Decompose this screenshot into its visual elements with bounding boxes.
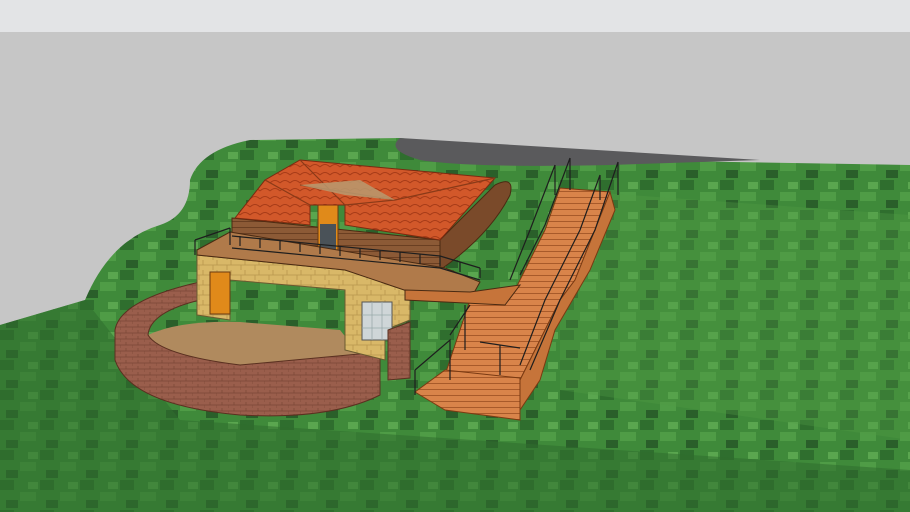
model-viewport[interactable]	[0, 0, 910, 512]
sky-background	[0, 0, 910, 32]
door[interactable]	[209, 271, 231, 315]
brick-pillar	[387, 321, 411, 381]
